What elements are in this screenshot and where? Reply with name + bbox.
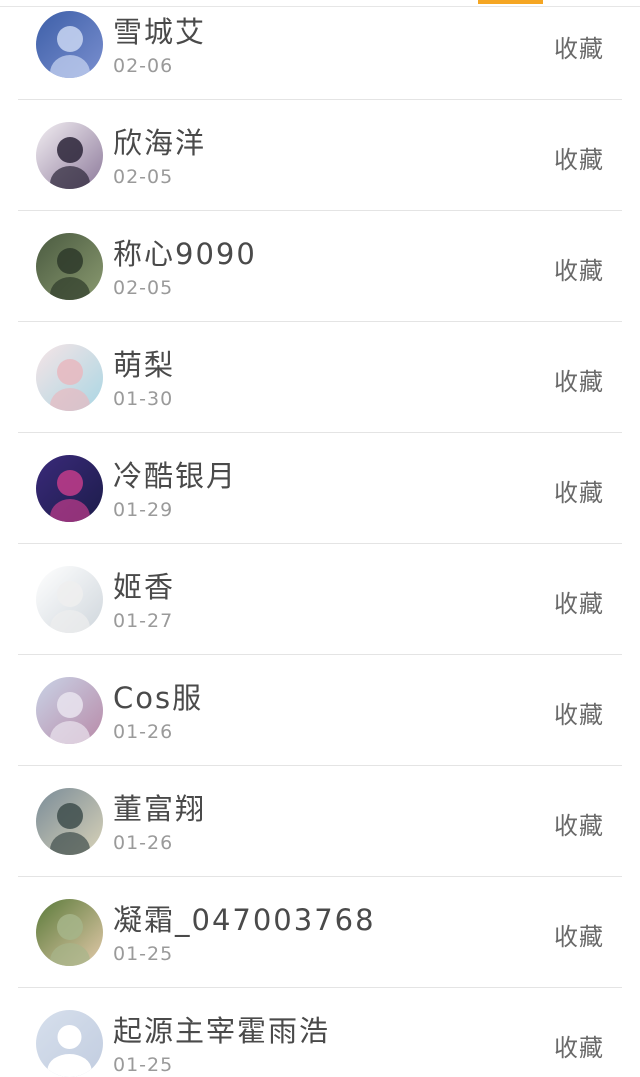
- avatar-anime-pink[interactable]: [36, 344, 103, 411]
- user-row[interactable]: 萌梨 01-30 收藏: [18, 322, 622, 433]
- avatar-sketch-white[interactable]: [36, 566, 103, 633]
- user-date: 01-27: [113, 610, 174, 632]
- user-date: 01-30: [113, 388, 174, 410]
- follower-list-screen: 雪城艾 02-06 收藏 欣海洋 02-05 收藏 称心9090 02-05 收…: [0, 0, 640, 1077]
- user-row[interactable]: Cos服 01-26 收藏: [18, 655, 622, 766]
- avatar-anime-dark[interactable]: [36, 122, 103, 189]
- user-name: 雪城艾: [113, 15, 207, 49]
- avatar-default-person[interactable]: [36, 1010, 103, 1077]
- user-date: 01-25: [113, 1054, 174, 1076]
- favorite-button[interactable]: 收藏: [554, 473, 604, 508]
- favorite-button[interactable]: 收藏: [554, 251, 604, 286]
- user-date: 01-26: [113, 832, 174, 854]
- user-list: 雪城艾 02-06 收藏 欣海洋 02-05 收藏 称心9090 02-05 收…: [0, 0, 640, 1077]
- user-row[interactable]: 称心9090 02-05 收藏: [18, 211, 622, 322]
- favorite-button[interactable]: 收藏: [554, 695, 604, 730]
- user-row[interactable]: 起源主宰霍雨浩 01-25 收藏: [18, 988, 622, 1077]
- avatar-anime-purple[interactable]: [36, 455, 103, 522]
- avatar-anime-blue[interactable]: [36, 11, 103, 78]
- favorite-button[interactable]: 收藏: [554, 917, 604, 952]
- user-date: 02-05: [113, 277, 174, 299]
- user-name: 称心9090: [113, 237, 257, 271]
- user-name: 萌梨: [113, 348, 176, 382]
- user-name: 董富翔: [113, 792, 207, 826]
- user-date: 01-25: [113, 943, 174, 965]
- user-row[interactable]: 雪城艾 02-06 收藏: [18, 0, 622, 100]
- user-name: 起源主宰霍雨浩: [113, 1014, 331, 1048]
- favorite-button[interactable]: 收藏: [554, 362, 604, 397]
- avatar-photo-green[interactable]: [36, 899, 103, 966]
- favorite-button[interactable]: 收藏: [554, 1028, 604, 1063]
- user-name: 姬香: [113, 570, 176, 604]
- user-date: 01-26: [113, 721, 174, 743]
- user-row[interactable]: 欣海洋 02-05 收藏: [18, 100, 622, 211]
- avatar-photo-sky[interactable]: [36, 788, 103, 855]
- favorite-button[interactable]: 收藏: [554, 140, 604, 175]
- avatar-photo-pastel[interactable]: [36, 677, 103, 744]
- user-row[interactable]: 凝霜_047003768 01-25 收藏: [18, 877, 622, 988]
- user-row[interactable]: 冷酷银月 01-29 收藏: [18, 433, 622, 544]
- user-name: Cos服: [113, 681, 204, 715]
- user-name: 欣海洋: [113, 126, 207, 160]
- user-date: 01-29: [113, 499, 174, 521]
- favorite-button[interactable]: 收藏: [554, 29, 604, 64]
- user-name: 冷酷银月: [113, 459, 238, 493]
- favorite-button[interactable]: 收藏: [554, 806, 604, 841]
- favorite-button[interactable]: 收藏: [554, 584, 604, 619]
- user-row[interactable]: 姬香 01-27 收藏: [18, 544, 622, 655]
- user-name: 凝霜_047003768: [113, 903, 376, 937]
- avatar-photo-dark[interactable]: [36, 233, 103, 300]
- user-date: 02-06: [113, 55, 174, 77]
- user-date: 02-05: [113, 166, 174, 188]
- user-row[interactable]: 董富翔 01-26 收藏: [18, 766, 622, 877]
